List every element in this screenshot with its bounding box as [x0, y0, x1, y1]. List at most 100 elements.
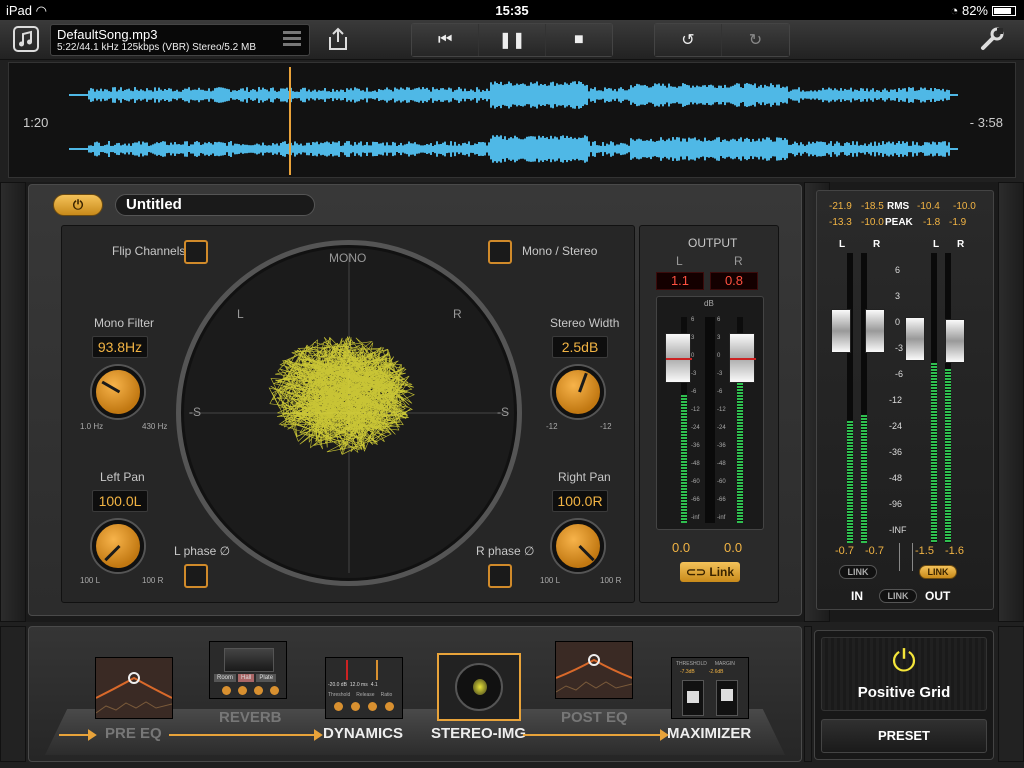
in-link-button[interactable]: LINK — [839, 565, 877, 579]
l-phase-checkbox[interactable] — [184, 564, 208, 588]
chain-arrows — [59, 729, 669, 741]
meter-scale-tick: -24 — [889, 421, 903, 431]
preset-name-field[interactable]: Untitled — [115, 194, 315, 216]
undo-group: ↺ ↻ — [654, 23, 790, 57]
mono-filter-knob[interactable] — [92, 366, 144, 418]
stereo-width-value: 2.5dB — [552, 336, 608, 358]
pause-icon: ❚❚ — [498, 32, 526, 49]
out-l-label: L — [933, 239, 940, 250]
output-r-label: R — [734, 254, 743, 268]
skip-back-icon: ⏮ — [437, 31, 453, 48]
r-phase-label: R phase ∅ — [476, 544, 535, 558]
meter-scale-tick: 0 — [895, 317, 901, 327]
in-meter-l-level — [847, 421, 853, 543]
status-bar: iPad ◠ 15:35 ◔ 82% — [0, 0, 1024, 20]
rack: ⏻ Untitled Flip Channels Mono / Stereo M… — [0, 182, 1024, 622]
waveform-display[interactable]: 1:20 - 3:58 — [8, 62, 1016, 178]
in-fader-l[interactable] — [831, 309, 851, 353]
output-scale-tick: -36 — [717, 443, 726, 449]
meter-scale-tick: -96 — [889, 499, 903, 509]
undo-button[interactable]: ↺ — [655, 24, 722, 56]
right-pan-knob[interactable] — [552, 520, 604, 572]
in-val-l: -0.7 — [835, 545, 854, 557]
mono-filter-value: 93.8Hz — [92, 336, 148, 358]
meter-scale-tick: -12 — [889, 395, 903, 405]
output-l-label: L — [676, 254, 683, 268]
song-menu-icon[interactable] — [283, 31, 301, 49]
global-power-icon[interactable]: ⏻ — [888, 646, 920, 678]
right-pan-value: 100.0R — [552, 490, 608, 512]
left-pan-min: 100 L — [80, 576, 101, 585]
scope-l-label: L — [237, 307, 244, 321]
meter-scale-tick: -INF — [889, 525, 907, 535]
left-pan-label: Left Pan — [100, 470, 145, 484]
in-val-r: -0.7 — [865, 545, 884, 557]
stereo-width-label: Stereo Width — [550, 316, 620, 330]
output-scale-tick: -36 — [691, 443, 700, 449]
previous-button[interactable]: ⏮ — [412, 24, 480, 56]
output-scale-tick: -6 — [717, 389, 723, 395]
out-fader-r[interactable] — [945, 319, 965, 363]
output-fader-r[interactable] — [729, 333, 756, 383]
effects-chain: PRE EQ Room Hall Plate REVERB -20.0 dB 12… — [28, 626, 802, 762]
playhead[interactable] — [289, 67, 291, 175]
redo-button[interactable]: ↻ — [722, 24, 789, 56]
scope-trace — [268, 336, 415, 455]
rms-in-l: -21.9 — [829, 201, 852, 212]
output-scale-tick: 6 — [691, 317, 695, 323]
output-scale-tick: -66 — [691, 497, 700, 503]
output-fader-l[interactable] — [665, 333, 692, 383]
power-icon: ⏻ — [72, 197, 84, 212]
output-scale-tick: -48 — [691, 461, 700, 467]
output-scale-tick: -48 — [717, 461, 726, 467]
stop-icon: ■ — [574, 31, 584, 48]
in-l-label: L — [839, 239, 846, 250]
rms-out-l: -10.4 — [917, 201, 940, 212]
in-meter-r-level — [861, 415, 867, 543]
stop-button[interactable]: ■ — [545, 24, 612, 56]
out-label: OUT — [925, 589, 951, 603]
song-details: 5:22/44.1 kHz 125kbps (VBR) Stereo/5.2 M… — [57, 42, 256, 53]
rms-in-r: -18.5 — [861, 201, 884, 212]
power-area[interactable]: ⏻ Positive Grid — [821, 637, 987, 711]
music-library-icon[interactable] — [12, 26, 40, 54]
out-meter-l-level — [931, 363, 937, 543]
meter-scale-tick: -48 — [889, 473, 903, 483]
left-pan-knob[interactable] — [92, 520, 144, 572]
share-icon[interactable] — [324, 26, 352, 54]
battery-icon — [992, 6, 1016, 16]
output-scale-tick: -66 — [717, 497, 726, 503]
pause-button[interactable]: ❚❚ — [479, 24, 546, 56]
in-label: IN — [851, 589, 863, 603]
out-meter-r-level — [945, 369, 951, 543]
peak-out-r: -1.9 — [949, 217, 967, 228]
rms-out-r: -10.0 — [953, 201, 976, 212]
in-out-link-button[interactable]: LINK — [879, 589, 917, 603]
module-power-button[interactable]: ⏻ — [53, 194, 103, 216]
out-fader-l[interactable] — [905, 317, 925, 361]
peak-out-l: -1.8 — [923, 217, 941, 228]
right-pan-max: 100 R — [600, 576, 622, 585]
output-scale-tick: -6 — [691, 389, 697, 395]
waveform-graph — [69, 81, 958, 163]
output-section: OUTPUT L R 1.1 0.8 dB 6 3 0 -3 -6 -12 -24 -36 -4… — [639, 225, 779, 603]
output-link-button[interactable]: ⊂⊃ Link — [680, 562, 740, 582]
clock: 15:35 — [495, 3, 529, 18]
meter-scale-tick: 3 — [895, 291, 901, 301]
peak-in-r: -10.0 — [861, 217, 884, 228]
stereo-width-max: -12 — [600, 422, 612, 431]
redo-icon: ↻ — [748, 32, 763, 49]
preset-button[interactable]: PRESET — [821, 719, 987, 753]
in-fader-r[interactable] — [865, 309, 885, 353]
r-phase-checkbox[interactable] — [488, 564, 512, 588]
rack-rail-right — [998, 182, 1024, 622]
imager-section: Flip Channels Mono / Stereo MONO L R -S … — [61, 225, 635, 603]
out-link-button[interactable]: LINK — [919, 565, 957, 579]
output-title: OUTPUT — [688, 236, 738, 250]
song-info-box[interactable]: DefaultSong.mp3 5:22/44.1 kHz 125kbps (V… — [50, 24, 310, 56]
stereo-width-knob[interactable] — [552, 366, 604, 418]
meter-scale-tick: -6 — [895, 369, 904, 379]
settings-wrench-icon[interactable] — [978, 26, 1006, 54]
scope-mono-label: MONO — [329, 251, 367, 265]
scope-plot — [189, 253, 509, 573]
